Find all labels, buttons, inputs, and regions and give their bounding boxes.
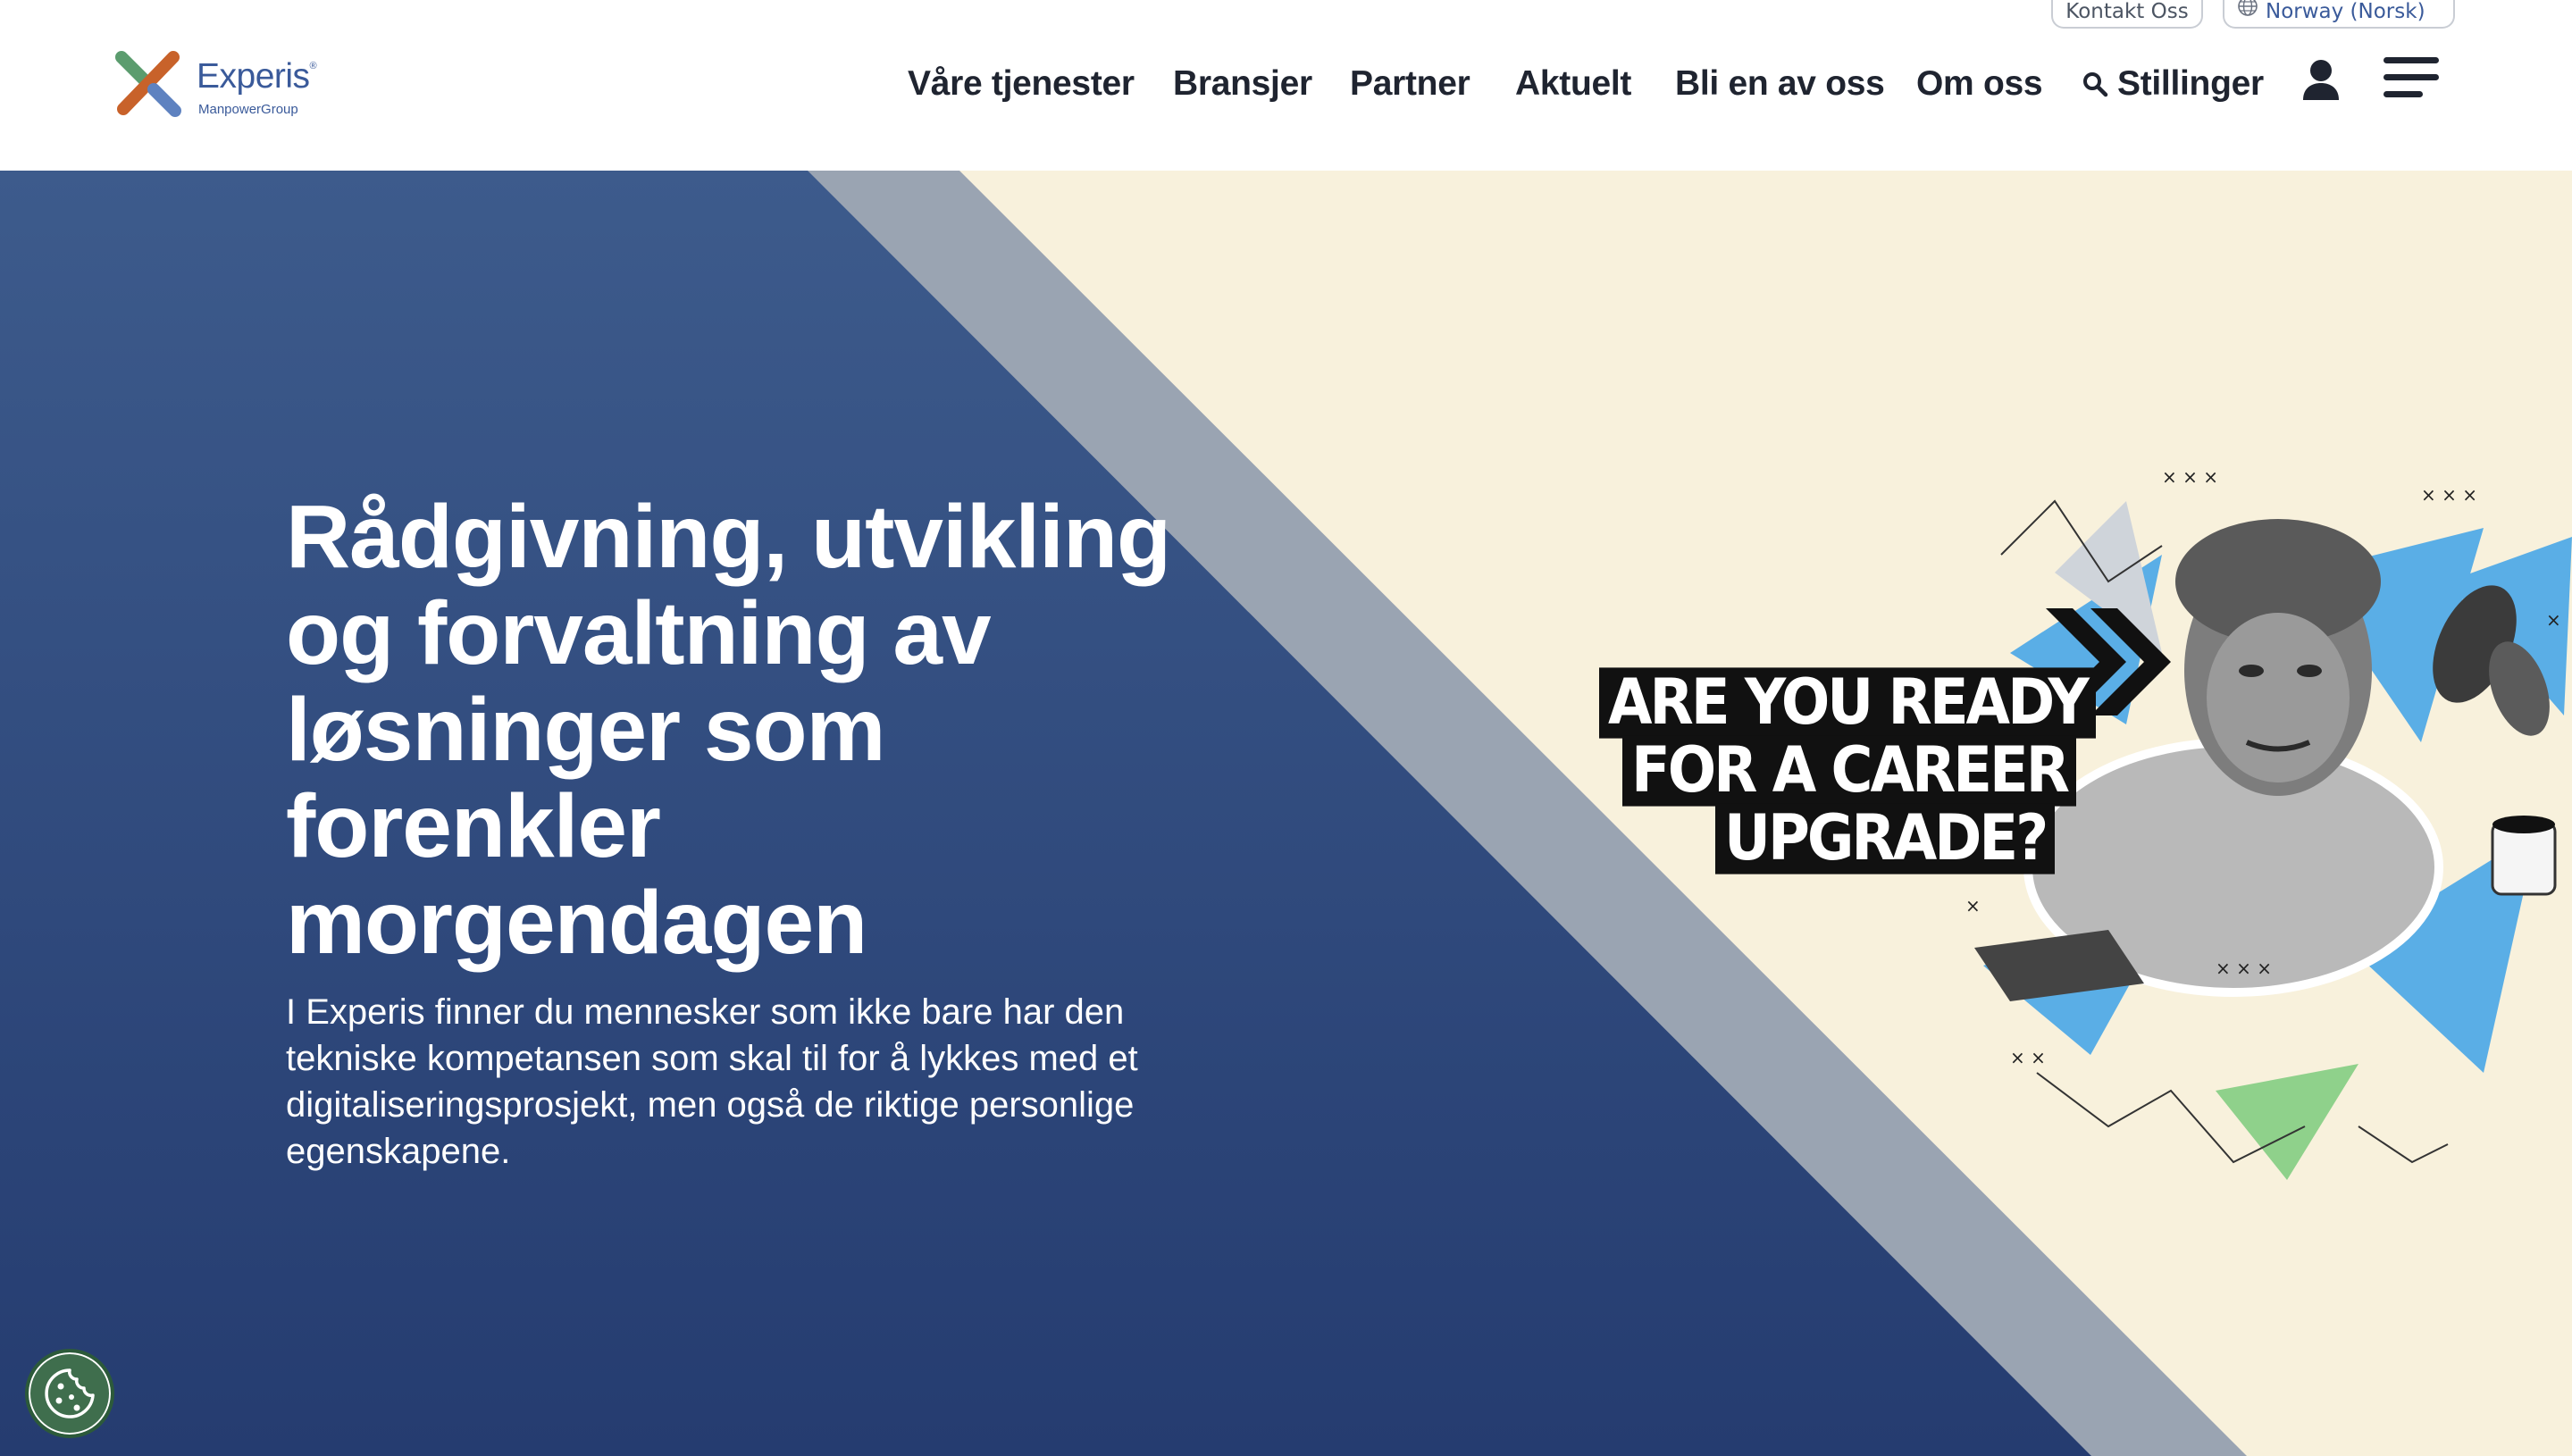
cta-line-3: UPGRADE?	[1715, 803, 2056, 874]
nav-item-jobs-search[interactable]: Stillinger	[2082, 64, 2264, 104]
svg-text:×: ×	[1965, 895, 1981, 916]
experis-x-icon	[115, 51, 181, 117]
cta-line-1: ARE YOU READY	[1599, 667, 2096, 739]
hero-title: Rådgivning, utvikling og forvaltning av …	[286, 487, 1171, 973]
logo-wordmark: Experis®	[197, 57, 317, 96]
svg-text:× × ×: × × ×	[2421, 484, 2477, 506]
user-icon[interactable]	[2301, 59, 2341, 106]
country-label: Norway (Norsk)	[2266, 0, 2425, 23]
nav-item-join-us[interactable]: Bli en av oss	[1675, 64, 1885, 104]
cta-line-2: FOR A CAREER	[1622, 735, 2076, 807]
nav-item-about[interactable]: Om oss	[1916, 64, 2043, 104]
cookie-settings-button[interactable]	[25, 1349, 114, 1438]
svg-text:×: ×	[2546, 609, 2561, 631]
experis-logo[interactable]: Experis® ManpowerGroup	[114, 50, 347, 121]
career-upgrade-illustration: × × × × × × × × × × × × × ARE YOU READY …	[1590, 448, 2572, 1216]
svg-text:× × ×: × × ×	[2216, 958, 2272, 979]
nav-item-industries[interactable]: Bransjer	[1173, 64, 1312, 104]
cookie-icon	[45, 1368, 95, 1418]
hero-subtitle: I Experis finner du mennesker som ikke b…	[286, 992, 1138, 1171]
contact-us-link[interactable]: Kontakt Oss	[2051, 0, 2203, 29]
jobs-label: Stillinger	[2117, 64, 2264, 103]
site-header: Experis® ManpowerGroup Kontakt Oss Norwa…	[0, 0, 2572, 171]
country-selector[interactable]: Norway (Norsk)	[2223, 0, 2455, 29]
nav-item-partner[interactable]: Partner	[1350, 64, 1470, 104]
nav-item-news[interactable]: Aktuelt	[1515, 64, 1631, 104]
globe-icon	[2237, 0, 2258, 26]
search-icon	[2083, 72, 2108, 97]
hamburger-menu-icon[interactable]	[2383, 55, 2439, 105]
hero-section: Rådgivning, utvikling og forvaltning av …	[0, 171, 2572, 1456]
svg-text:× ×: × ×	[2010, 1047, 2046, 1068]
svg-text:× × ×: × × ×	[2162, 466, 2218, 488]
nav-item-services[interactable]: Våre tjenester	[908, 64, 1135, 104]
logo-subtitle: ManpowerGroup	[198, 102, 298, 117]
